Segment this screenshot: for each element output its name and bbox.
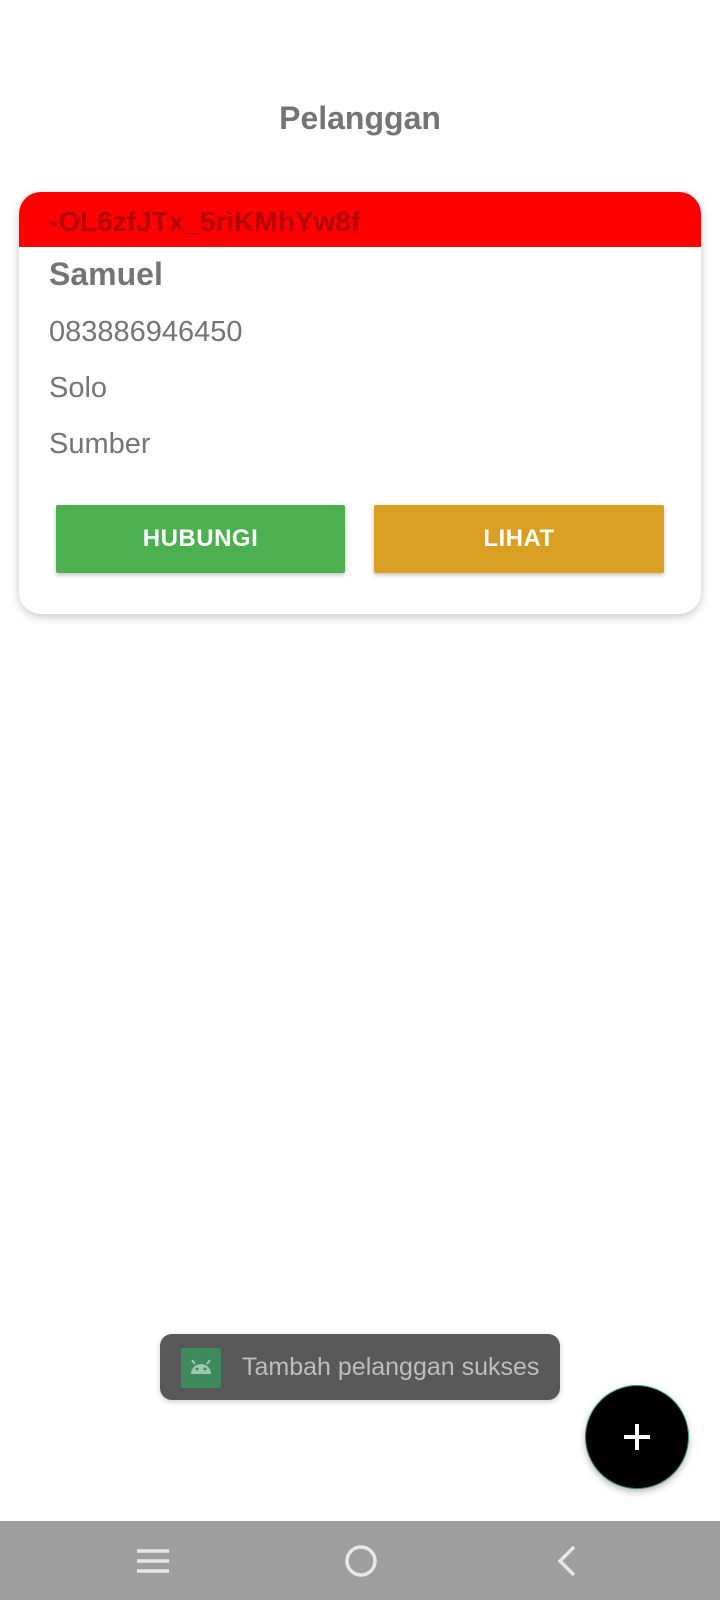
add-customer-button[interactable]	[586, 1386, 688, 1488]
customer-city: Solo	[49, 372, 108, 404]
home-button[interactable]	[335, 1535, 387, 1587]
system-navigation-bar	[0, 1521, 720, 1600]
android-app-icon	[181, 1348, 221, 1388]
plus-icon	[624, 1424, 650, 1450]
recent-apps-button[interactable]	[127, 1535, 179, 1587]
customer-card[interactable]: -OL6zfJTx_5riKMhYw8f Samuel 083886946450…	[19, 192, 701, 614]
page-title: Pelanggan	[279, 100, 441, 136]
back-chevron-icon	[557, 1545, 576, 1577]
customer-card-header: -OL6zfJTx_5riKMhYw8f	[19, 192, 701, 247]
menu-icon	[137, 1549, 169, 1573]
view-button[interactable]: LIHAT	[374, 505, 664, 573]
back-button[interactable]	[542, 1535, 594, 1587]
customer-source: Sumber	[49, 428, 151, 460]
toast-notification: Tambah pelanggan sukses	[160, 1334, 560, 1400]
home-circle-icon	[345, 1545, 377, 1577]
customer-phone: 083886946450	[49, 316, 243, 348]
customer-name: Samuel	[49, 256, 163, 292]
toast-message: Tambah pelanggan sukses	[242, 1353, 540, 1381]
customer-id: -OL6zfJTx_5riKMhYw8f	[49, 206, 361, 237]
contact-button[interactable]: HUBUNGI	[56, 505, 345, 573]
